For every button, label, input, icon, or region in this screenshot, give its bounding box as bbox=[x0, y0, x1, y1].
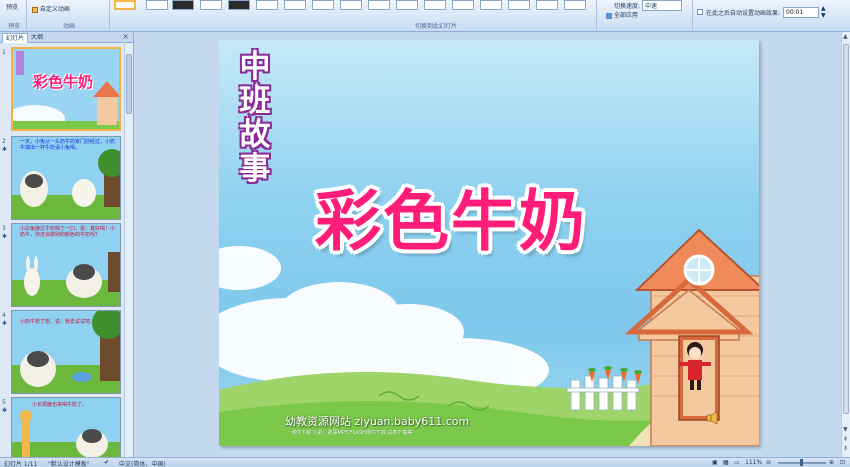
group-label-animation: 动画 bbox=[63, 23, 76, 30]
zoom-out-icon[interactable]: ⊖ bbox=[766, 459, 771, 466]
animation-star-icon: ✱ bbox=[2, 233, 8, 240]
transition-cut-black[interactable] bbox=[228, 0, 250, 10]
zoom-in-icon[interactable]: ⊕ bbox=[829, 459, 834, 466]
apply-all-icon bbox=[606, 12, 612, 19]
ribbon: 预览 自定义动画 预览 动画 切换到此幻灯片 切换速度: 中速 全部应用 在此之… bbox=[0, 0, 850, 32]
transition-none[interactable] bbox=[114, 0, 136, 10]
vertical-title-char: 故 bbox=[239, 117, 271, 153]
transition-dissolve[interactable] bbox=[256, 0, 278, 10]
vertical-title-char: 事 bbox=[239, 151, 271, 187]
slide-thumbnail-3[interactable]: 小白兔接过牛奶喝了一口，说：真好喝！小奶牛，你还会做别的颜色的牛奶吗？ bbox=[11, 223, 121, 307]
slide-thumbnail-1[interactable]: 彩色牛奶 bbox=[11, 47, 121, 131]
slide-1-title: 彩色牛奶 bbox=[33, 73, 94, 91]
slide-main-title: 彩色牛奶 bbox=[315, 183, 587, 260]
preview-button[interactable]: 预览 bbox=[6, 2, 18, 11]
view-slideshow-icon[interactable]: ▭ bbox=[734, 459, 740, 466]
current-slide[interactable]: 中 班 故 事 彩色牛奶 幼教资源网站 ziyuan.baby611.com 课… bbox=[219, 40, 759, 446]
slide-number: 2 bbox=[2, 138, 6, 145]
slide-number: 5 bbox=[2, 399, 6, 406]
slide-thumbnail-5[interactable]: 小长颈鹿也来喝牛奶了。 bbox=[11, 397, 121, 457]
fit-window-icon[interactable]: ⊡ bbox=[840, 459, 845, 466]
auto-advance-label: 在此之后自动设置动画效果: bbox=[706, 10, 781, 17]
transition-wipe-3[interactable] bbox=[340, 0, 362, 10]
scrollbar-thumb[interactable] bbox=[843, 44, 849, 414]
main-scrollbar[interactable]: ▲ ▼ ⇞ ⇟ bbox=[841, 32, 850, 457]
slide-2-text: 一天，小兔从一头奶牛的家门前经过，小奶牛端出一杯牛奶请小兔喝。 bbox=[20, 139, 116, 151]
slide-4-text: 小奶牛想了想，说：我去试试吧。 bbox=[20, 319, 96, 325]
slides-panel: 幻灯片 大纲 × 1 彩色牛奶 2 ✱ 一天，小兔从一头奶牛的家门前经过，小奶牛… bbox=[0, 32, 134, 457]
auto-time-input[interactable]: 00:01 bbox=[783, 7, 819, 18]
scroll-up-icon[interactable]: ▲ bbox=[843, 33, 848, 40]
apply-all-label: 全部应用 bbox=[613, 12, 638, 19]
slide-number: 1 bbox=[2, 49, 6, 56]
transition-split-2[interactable] bbox=[564, 0, 586, 10]
apply-all-button[interactable]: 全部应用 bbox=[606, 10, 638, 19]
transition-fade[interactable] bbox=[146, 0, 168, 10]
ribbon-separator bbox=[692, 0, 693, 30]
tab-slides[interactable]: 幻灯片 bbox=[2, 33, 29, 43]
transition-cover[interactable] bbox=[424, 0, 446, 10]
ribbon-separator bbox=[596, 0, 597, 30]
auto-advance-checkbox[interactable] bbox=[697, 9, 703, 15]
slide-position: 幻灯片 1/11 bbox=[4, 461, 38, 467]
spin-icon[interactable]: ▲ ▼ bbox=[821, 5, 826, 19]
transition-uncover[interactable] bbox=[480, 0, 502, 10]
tab-outline[interactable]: 大纲 bbox=[28, 33, 46, 43]
vertical-title-char: 班 bbox=[239, 83, 271, 119]
animation-star-icon: ✱ bbox=[2, 407, 8, 414]
spellcheck-icon[interactable]: ✔ bbox=[104, 459, 109, 466]
panel-tabs: 幻灯片 大纲 × bbox=[0, 32, 133, 43]
speed-label-text: 切换速度: bbox=[614, 3, 641, 10]
custom-animation-label: 自定义动画 bbox=[39, 6, 70, 13]
footer-site-text: 幼教资源网站 ziyuan.baby611.com bbox=[285, 415, 470, 428]
view-sorter-icon[interactable]: ▦ bbox=[723, 459, 729, 466]
zoom-slider-thumb[interactable] bbox=[800, 459, 803, 466]
group-label-transition: 切换到此幻灯片 bbox=[415, 23, 458, 30]
scrollbar-thumb[interactable] bbox=[126, 54, 132, 114]
slide-3-text: 小白兔接过牛奶喝了一口，说：真好喝！小奶牛，你还会做别的颜色的牛奶吗？ bbox=[20, 226, 116, 238]
speed-select[interactable]: 中速 bbox=[641, 0, 682, 11]
custom-animation-button[interactable]: 自定义动画 bbox=[32, 4, 70, 13]
slide-thumbnail-4[interactable]: 小奶牛想了想，说：我去试试吧。 bbox=[11, 310, 121, 394]
transition-cut[interactable] bbox=[200, 0, 222, 10]
transition-cover-2[interactable] bbox=[452, 0, 474, 10]
vertical-title: 中 班 故 事 bbox=[237, 50, 273, 186]
vertical-title-char: 中 bbox=[239, 49, 271, 85]
panel-scrollbar[interactable] bbox=[124, 44, 132, 457]
transition-push-2[interactable] bbox=[396, 0, 418, 10]
prev-slide-icon[interactable]: ⇞ bbox=[843, 436, 848, 443]
animation-star-icon: ✱ bbox=[2, 146, 8, 153]
ribbon-separator bbox=[109, 0, 110, 30]
transition-split[interactable] bbox=[536, 0, 558, 10]
slide-thumbnail-2[interactable]: 一天，小兔从一头奶牛的家门前经过，小奶牛端出一杯牛奶请小兔喝。 bbox=[11, 136, 121, 220]
footer-links-text: 课件下载 儿歌、故事MP3 FLASH课件下载 试卷下载等 bbox=[291, 430, 413, 436]
template-name: "默认设计模板" bbox=[48, 461, 90, 467]
language-indicator: 中文(简体，中国) bbox=[119, 461, 166, 467]
slide-number: 3 bbox=[2, 225, 6, 232]
animation-star-icon: ✱ bbox=[2, 320, 8, 327]
transition-wipe[interactable] bbox=[284, 0, 306, 10]
ribbon-separator bbox=[26, 0, 27, 30]
close-icon[interactable]: × bbox=[122, 32, 129, 41]
transition-uncover-2[interactable] bbox=[508, 0, 530, 10]
slide-number: 4 bbox=[2, 312, 6, 319]
status-bar: 幻灯片 1/11 "默认设计模板" ✔ 中文(简体，中国) ▣ ▦ ▭ 111%… bbox=[0, 457, 850, 467]
group-label-preview: 预览 bbox=[8, 23, 21, 30]
scroll-down-icon[interactable]: ▼ bbox=[843, 426, 848, 433]
transition-fade-black[interactable] bbox=[172, 0, 194, 10]
next-slide-icon[interactable]: ⇟ bbox=[843, 445, 848, 452]
transition-wipe-2[interactable] bbox=[312, 0, 334, 10]
animation-icon bbox=[32, 6, 38, 13]
slide-5-text: 小长颈鹿也来喝牛奶了。 bbox=[32, 402, 88, 408]
zoom-level[interactable]: 111% bbox=[745, 459, 762, 466]
transition-push[interactable] bbox=[368, 0, 390, 10]
view-normal-icon[interactable]: ▣ bbox=[712, 459, 718, 466]
